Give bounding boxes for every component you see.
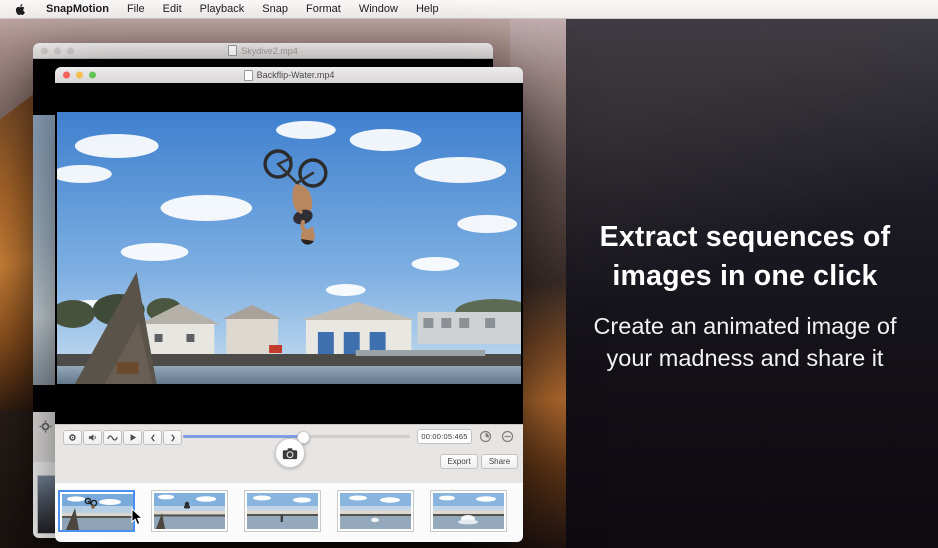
menu-item-snap[interactable]: Snap	[253, 0, 297, 18]
filmstrip	[55, 483, 523, 542]
window-backflip[interactable]: Backflip-Water.mp4 00:00:05:465 Export S…	[55, 67, 523, 542]
menu-item-app[interactable]: SnapMotion	[37, 3, 118, 15]
menu-item-file[interactable]: File	[118, 0, 154, 18]
titlebar-skydive[interactable]: Skydive2.mp4	[33, 43, 493, 59]
mouse-cursor	[131, 507, 144, 531]
zoom-icon[interactable]	[67, 47, 74, 54]
video-frame-backflip[interactable]	[57, 112, 521, 384]
menu-item-edit[interactable]: Edit	[154, 0, 191, 18]
playback-slider[interactable]	[183, 431, 410, 444]
menu-bar: SnapMotion File Edit Playback Snap Forma…	[0, 0, 938, 19]
traffic-lights[interactable]	[63, 71, 96, 79]
apple-menu-icon[interactable]	[14, 3, 27, 16]
menu-item-window[interactable]: Window	[350, 0, 407, 18]
marketing-headline: Extract sequences of images in one click	[599, 221, 891, 293]
settings-button[interactable]	[63, 430, 82, 445]
timecode-display[interactable]: 00:00:05:465	[417, 429, 472, 444]
traffic-lights-inactive[interactable]	[41, 47, 74, 54]
snapshot-row: Export Share	[55, 438, 523, 483]
step-back-button[interactable]	[143, 430, 162, 445]
timer-icon[interactable]	[479, 430, 492, 443]
filmstrip-thumbnail[interactable]	[430, 490, 507, 532]
play-button[interactable]	[123, 430, 142, 445]
filmstrip-thumbnail[interactable]	[337, 490, 414, 532]
volume-button[interactable]	[83, 430, 102, 445]
camera-icon	[282, 447, 298, 459]
filmstrip-thumbnail[interactable]	[151, 490, 228, 532]
filmstrip-thumbnail[interactable]	[244, 490, 321, 532]
window-title-skydive: Skydive2.mp4	[241, 45, 298, 56]
zoom-icon[interactable]	[89, 71, 96, 79]
export-button[interactable]: Export	[440, 454, 478, 469]
minus-circle-icon[interactable]	[501, 430, 514, 443]
document-icon	[228, 45, 238, 56]
filmstrip-thumbnail[interactable]	[58, 490, 135, 532]
minimize-icon[interactable]	[54, 47, 61, 54]
screen: Extract sequences of images in one click…	[0, 0, 938, 548]
minimize-icon[interactable]	[76, 71, 83, 79]
motion-button[interactable]	[103, 430, 122, 445]
menu-item-help[interactable]: Help	[407, 0, 448, 18]
window-title-backflip: Backflip-Water.mp4	[256, 70, 335, 80]
gear-icon[interactable]	[39, 420, 52, 433]
document-icon	[243, 69, 253, 81]
marketing-copy: Extract sequences of images in one click…	[567, 218, 923, 375]
camera-button[interactable]	[275, 438, 305, 468]
menu-item-format[interactable]: Format	[297, 0, 350, 18]
share-button[interactable]: Share	[481, 454, 518, 469]
close-icon[interactable]	[41, 47, 48, 54]
close-icon[interactable]	[63, 71, 70, 79]
titlebar-backflip[interactable]: Backflip-Water.mp4	[55, 67, 523, 84]
step-forward-button[interactable]	[163, 430, 182, 445]
menu-item-playback[interactable]: Playback	[191, 0, 254, 18]
marketing-subheadline: Create an animated image of your madness…	[593, 312, 897, 371]
video-letterbox	[55, 83, 523, 424]
